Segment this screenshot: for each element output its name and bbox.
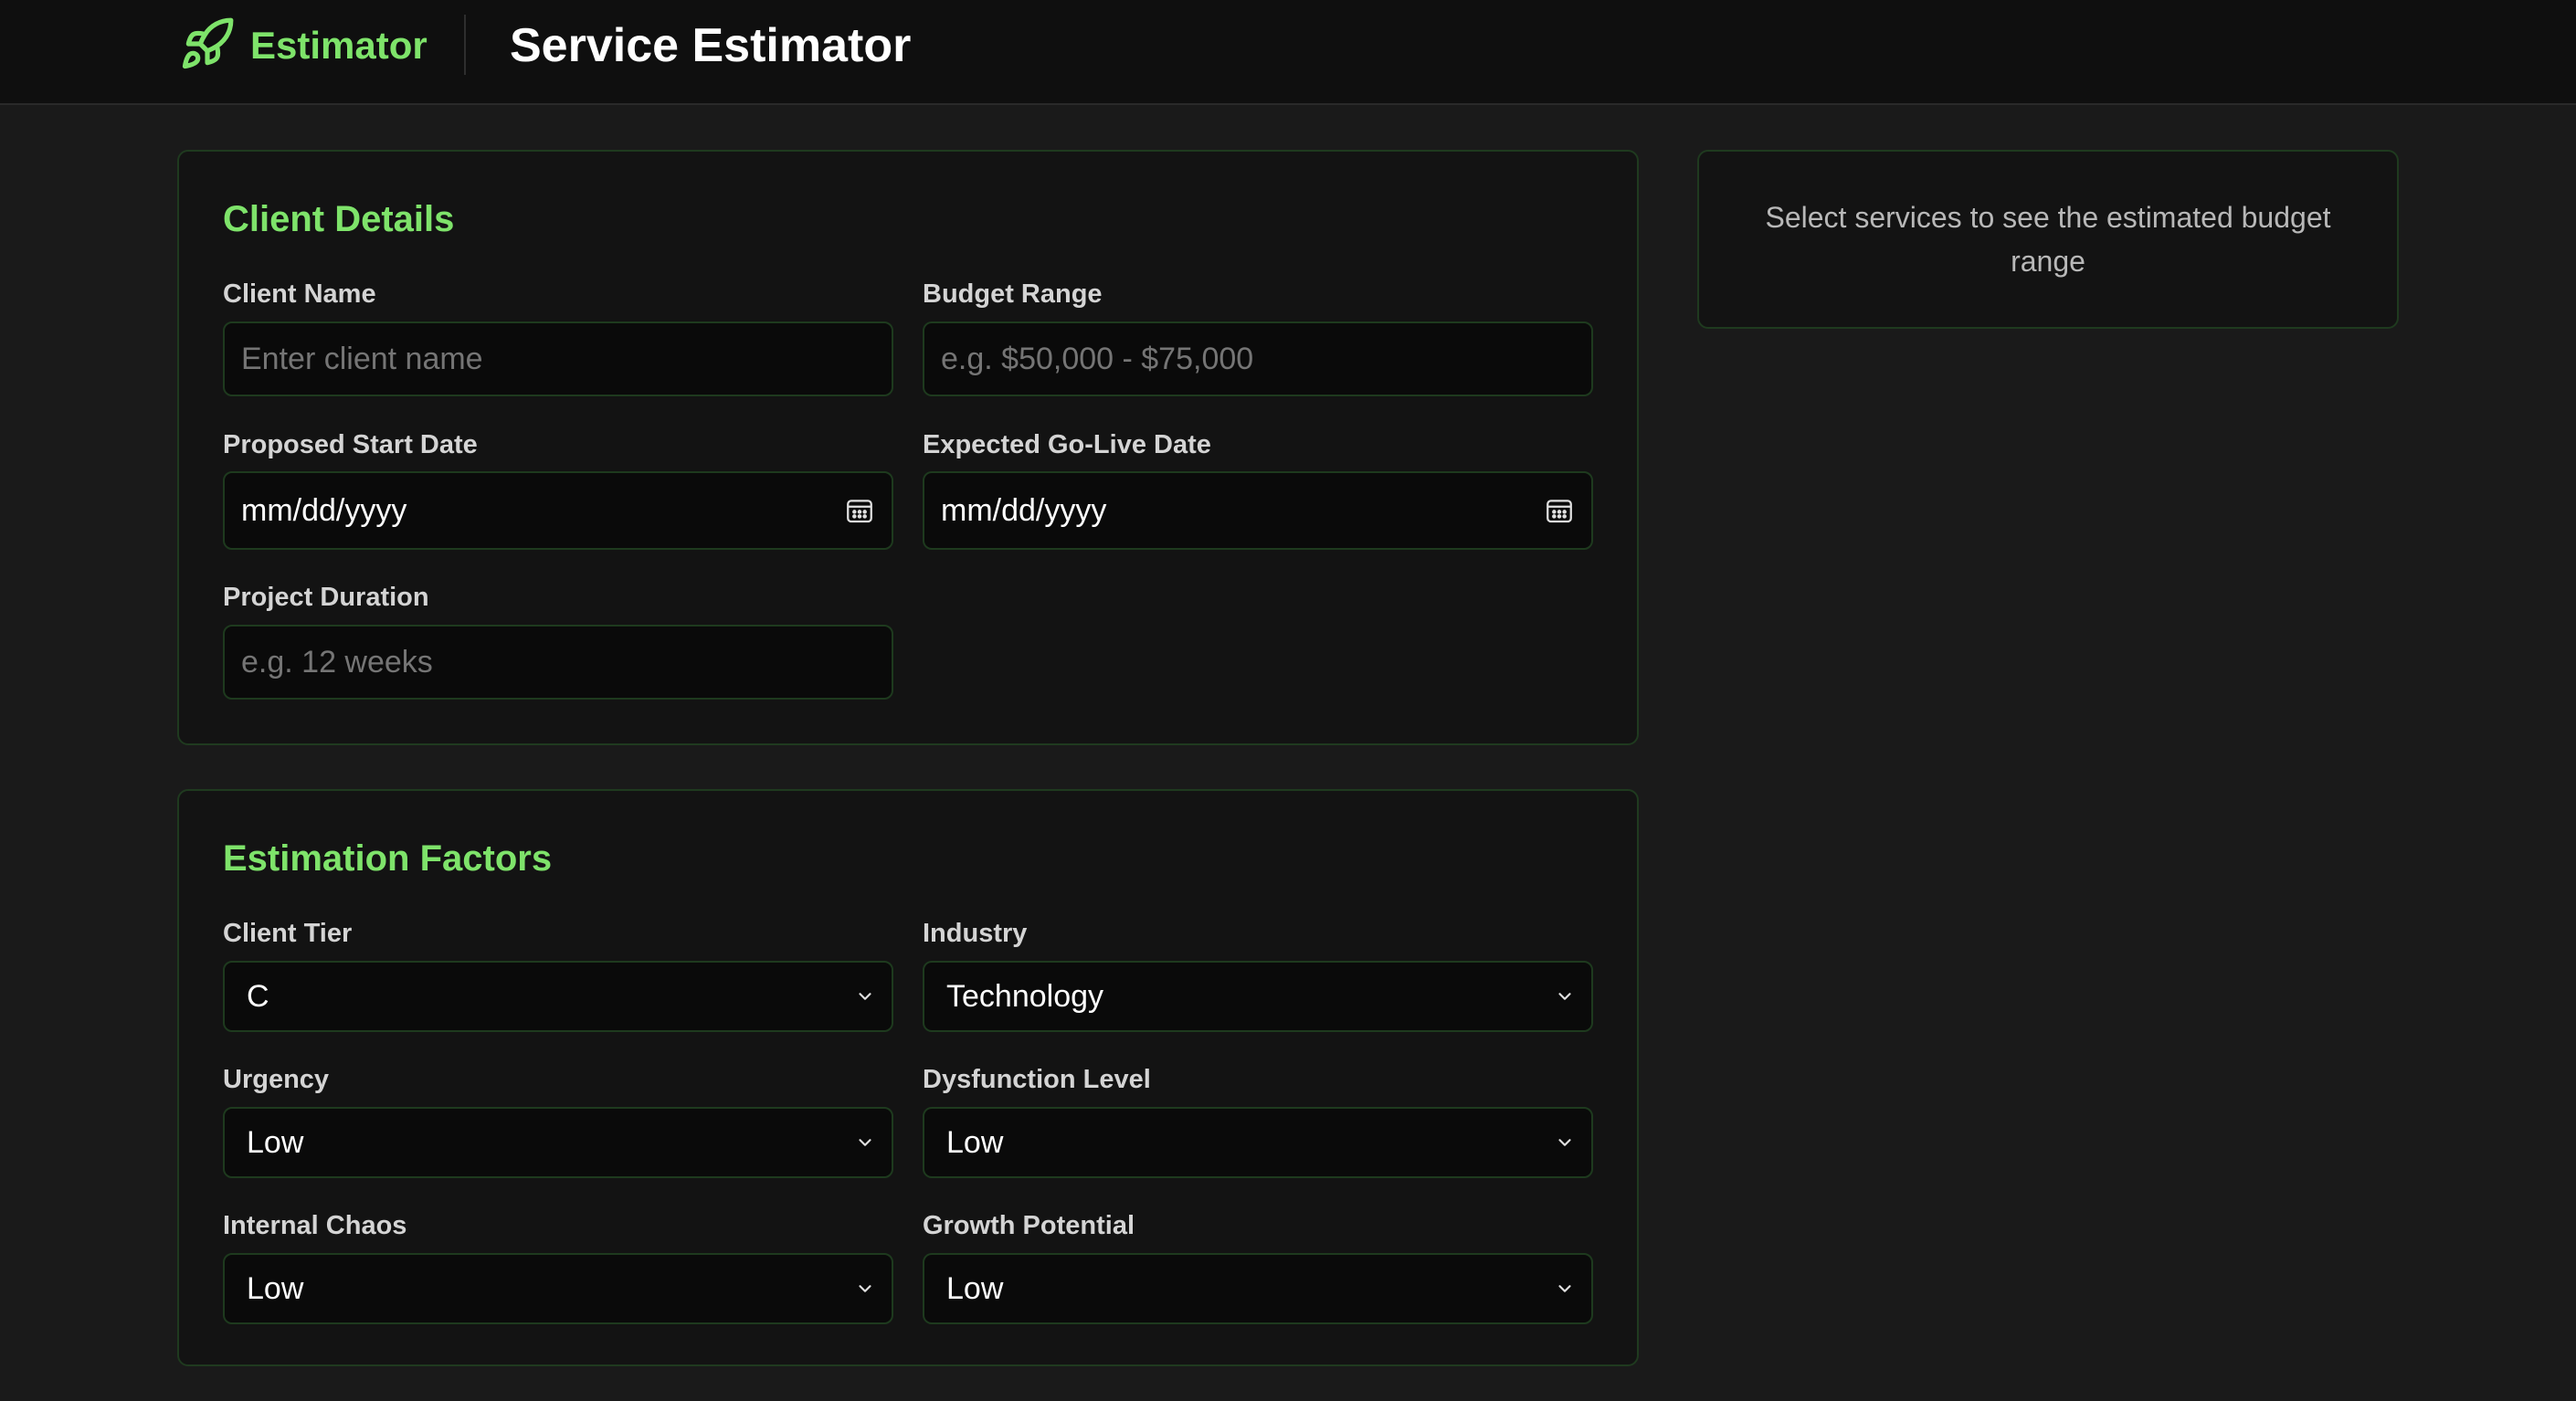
- chevron-down-icon: [855, 1279, 875, 1299]
- top-bar: Estimator Service Estimator: [0, 0, 2576, 105]
- industry-select[interactable]: Technology: [923, 961, 1593, 1032]
- go-live-date-value: mm/dd/yyyy: [941, 492, 1107, 528]
- internal-chaos-value: Low: [247, 1270, 304, 1306]
- client-name-input[interactable]: [223, 321, 893, 396]
- client-details-card: Client Details Client Name Budget Range …: [177, 150, 1639, 745]
- client-name-label: Client Name: [223, 279, 376, 309]
- client-tier-value: C: [247, 978, 269, 1014]
- start-date-label: Proposed Start Date: [223, 430, 478, 459]
- start-date-value: mm/dd/yyyy: [241, 492, 407, 528]
- growth-potential-label: Growth Potential: [923, 1211, 1135, 1240]
- dysfunction-level-select[interactable]: Low: [923, 1107, 1593, 1178]
- dysfunction-level-value: Low: [946, 1124, 1004, 1160]
- project-duration-input[interactable]: [223, 625, 893, 700]
- industry-value: Technology: [946, 978, 1104, 1014]
- dysfunction-level-label: Dysfunction Level: [923, 1065, 1151, 1094]
- client-details-title: Client Details: [223, 199, 455, 239]
- urgency-label: Urgency: [223, 1065, 330, 1094]
- urgency-value: Low: [247, 1124, 304, 1160]
- client-tier-label: Client Tier: [223, 919, 353, 948]
- industry-label: Industry: [923, 919, 1028, 948]
- urgency-select[interactable]: Low: [223, 1107, 893, 1178]
- go-live-date-label: Expected Go-Live Date: [923, 430, 1211, 459]
- chevron-down-icon: [1555, 986, 1575, 1006]
- client-tier-select[interactable]: C: [223, 961, 893, 1032]
- internal-chaos-label: Internal Chaos: [223, 1211, 407, 1240]
- header-divider: [464, 15, 466, 75]
- start-date-input[interactable]: mm/dd/yyyy: [223, 471, 893, 550]
- growth-potential-value: Low: [946, 1270, 1004, 1306]
- chevron-down-icon: [1555, 1132, 1575, 1153]
- go-live-date-input[interactable]: mm/dd/yyyy: [923, 471, 1593, 550]
- chevron-down-icon: [855, 986, 875, 1006]
- calendar-icon[interactable]: [1544, 495, 1575, 526]
- brand[interactable]: Estimator: [179, 16, 428, 75]
- budget-summary-message: Select services to see the estimated bud…: [1765, 201, 2331, 278]
- chevron-down-icon: [855, 1132, 875, 1153]
- rocket-icon: [179, 16, 236, 77]
- project-duration-label: Project Duration: [223, 583, 429, 612]
- chevron-down-icon: [1555, 1279, 1575, 1299]
- budget-range-input[interactable]: [923, 321, 1593, 396]
- brand-name: Estimator: [250, 24, 428, 67]
- budget-range-label: Budget Range: [923, 279, 1103, 309]
- estimation-factors-card: Estimation Factors Client Tier C Industr…: [177, 789, 1639, 1366]
- page-title: Service Estimator: [510, 19, 912, 72]
- budget-summary-panel: Select services to see the estimated bud…: [1697, 150, 2399, 329]
- internal-chaos-select[interactable]: Low: [223, 1253, 893, 1324]
- estimation-factors-title: Estimation Factors: [223, 838, 553, 879]
- growth-potential-select[interactable]: Low: [923, 1253, 1593, 1324]
- calendar-icon[interactable]: [844, 495, 875, 526]
